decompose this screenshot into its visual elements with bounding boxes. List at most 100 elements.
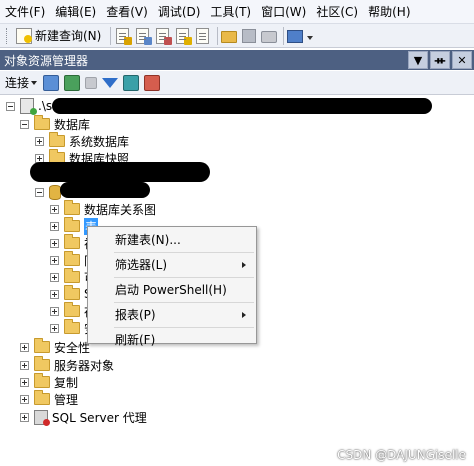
expand-icon[interactable] <box>20 377 29 387</box>
expand-icon[interactable] <box>50 255 59 265</box>
refresh-icon[interactable] <box>123 74 140 91</box>
connect-object-explorer-icon[interactable] <box>43 74 60 91</box>
tree-node-replication[interactable]: 复制 <box>20 373 78 391</box>
watermark: CSDN @DAJUNGiselle <box>337 448 466 462</box>
menu-separator <box>114 277 254 278</box>
connect-button[interactable]: 连接 <box>5 74 38 91</box>
menu-item-label: 刷新(F) <box>115 333 156 347</box>
redaction-bar <box>52 98 432 114</box>
expand-icon[interactable] <box>20 394 29 404</box>
expand-icon[interactable] <box>50 221 59 231</box>
menu-file[interactable]: 文件(F) <box>0 1 50 23</box>
folder-icon <box>64 285 80 300</box>
toolbar-separator <box>283 26 285 45</box>
menu-item-reports[interactable]: 报表(P) <box>88 304 256 326</box>
menu-item-filter[interactable]: 筛选器(L) <box>88 254 256 276</box>
menu-item-label: 启动 PowerShell(H) <box>115 283 227 297</box>
tree-node-server[interactable]: .\s <box>6 97 52 115</box>
xmla-query-button[interactable] <box>174 26 193 46</box>
folder-icon <box>64 200 80 215</box>
tree-node-databases[interactable]: 数据库 <box>20 115 90 133</box>
expand-icon[interactable] <box>50 323 59 333</box>
tree-label: 管理 <box>54 392 79 407</box>
screen-icon <box>287 30 304 43</box>
menu-community[interactable]: 社区(C) <box>311 1 363 23</box>
menu-tools[interactable]: 工具(T) <box>205 1 256 23</box>
expand-icon[interactable] <box>20 342 29 352</box>
xmla-query-icon <box>176 27 193 45</box>
open-file-button[interactable] <box>221 26 238 46</box>
folder-icon <box>64 302 80 317</box>
expand-icon[interactable] <box>50 204 59 214</box>
submenu-arrow-icon <box>242 312 246 318</box>
pin-icon: ᚑ <box>434 53 446 67</box>
tree-label: 安全性 <box>54 340 91 355</box>
expand-icon[interactable] <box>50 289 59 299</box>
expand-icon[interactable] <box>50 238 59 248</box>
new-query-icon <box>16 27 32 44</box>
menu-item-label: 筛选器(L) <box>115 258 168 272</box>
object-explorer-toolbar: 连接 <box>0 71 474 95</box>
collapse-icon[interactable] <box>20 119 29 129</box>
disconnect-icon[interactable] <box>64 74 81 91</box>
expand-icon[interactable] <box>50 272 59 282</box>
panel-dropdown-button[interactable]: ▼ <box>408 51 428 69</box>
new-file-button[interactable] <box>194 26 211 46</box>
tree-label: SQL Server 代理 <box>52 410 147 425</box>
menu-separator <box>114 302 254 303</box>
summary-icon[interactable] <box>144 74 161 91</box>
server-icon <box>20 98 37 115</box>
mdx-query-button[interactable] <box>154 26 173 46</box>
expand-icon[interactable] <box>35 136 44 146</box>
menu-bar: 文件(F) 编辑(E) 查看(V) 调试(D) 工具(T) 窗口(W) 社区(C… <box>0 0 474 24</box>
collapse-icon[interactable] <box>35 187 44 197</box>
tree-node-service-broker[interactable]: S <box>50 285 92 303</box>
db-engine-query-button[interactable] <box>114 26 133 46</box>
expand-icon[interactable] <box>20 412 29 422</box>
menu-view[interactable]: 查看(V) <box>101 1 153 23</box>
save-icon <box>242 28 257 43</box>
menu-item-label: 报表(P) <box>115 308 156 322</box>
panel-close-button[interactable]: ✕ <box>452 51 472 69</box>
menu-separator <box>114 327 254 328</box>
save-button[interactable] <box>240 26 258 46</box>
menu-item-refresh[interactable]: 刷新(F) <box>88 329 256 351</box>
new-query-button[interactable]: 新建查询(N) <box>13 26 104 46</box>
collapse-icon[interactable] <box>6 101 15 111</box>
tree-node-security[interactable]: 安全性 <box>20 338 90 356</box>
menu-item-new-table[interactable]: 新建表(N)... <box>88 229 256 251</box>
filter-icon[interactable] <box>102 77 119 88</box>
tree-node-db-diagrams[interactable]: 数据库关系图 <box>50 200 156 218</box>
tree-label: 数据库关系图 <box>84 202 157 217</box>
expand-icon[interactable] <box>50 306 59 316</box>
folder-icon <box>49 132 65 147</box>
standard-toolbar: 新建查询(N) <box>0 24 474 48</box>
menu-edit[interactable]: 编辑(E) <box>50 1 101 23</box>
db-engine-query-icon <box>116 27 133 45</box>
folder-icon <box>34 338 50 353</box>
tree-label: 数据库 <box>54 117 91 132</box>
menu-debug[interactable]: 调试(D) <box>153 1 206 23</box>
folder-icon <box>34 390 50 405</box>
redaction-bar <box>60 182 150 198</box>
analysis-query-button[interactable] <box>134 26 153 46</box>
tree-node-system-databases[interactable]: 系统数据库 <box>35 132 129 150</box>
toolbar-separator <box>110 26 112 45</box>
folder-icon <box>34 356 50 371</box>
print-button[interactable] <box>261 26 278 46</box>
submenu-arrow-icon <box>242 262 246 268</box>
menu-item-powershell[interactable]: 启动 PowerShell(H) <box>88 279 256 301</box>
toolbar-overflow-dropdown[interactable] <box>306 27 314 45</box>
stop-icon[interactable] <box>85 76 98 89</box>
tree-node-management[interactable]: 管理 <box>20 390 78 408</box>
toolbar-grip[interactable] <box>6 27 9 44</box>
menu-window[interactable]: 窗口(W) <box>256 1 311 23</box>
folder-icon <box>64 268 80 283</box>
panel-pin-button[interactable]: ᚑ <box>430 51 450 69</box>
tree-node-sql-agent[interactable]: SQL Server 代理 <box>20 408 147 426</box>
menu-help[interactable]: 帮助(H) <box>363 1 415 23</box>
screen-button[interactable] <box>287 26 304 46</box>
expand-icon[interactable] <box>20 360 29 370</box>
tree-node-server-objects[interactable]: 服务器对象 <box>20 356 114 374</box>
tree-label: 系统数据库 <box>69 134 130 149</box>
